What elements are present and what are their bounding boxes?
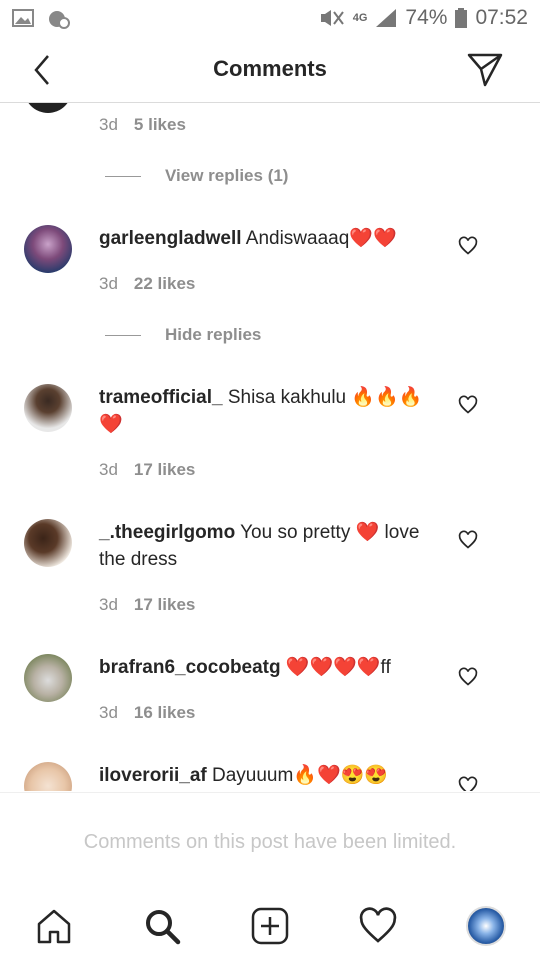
comment-username[interactable]: _.theegirlgomo xyxy=(99,522,235,543)
comments-header: Comments xyxy=(0,38,540,103)
comment-meta: 3d 22 likes xyxy=(99,274,195,294)
comment-username[interactable]: garleengladwell xyxy=(99,228,242,249)
likes-count[interactable]: 16 likes xyxy=(134,703,195,722)
gallery-icon xyxy=(12,9,34,27)
comments-limited-banner: Comments on this post have been limited. xyxy=(0,792,540,896)
avatar[interactable] xyxy=(24,103,72,113)
comment-username[interactable]: iloverorii_af xyxy=(99,765,207,786)
comments-list[interactable]: 3d 5 likes View replies (1) garleengladwe… xyxy=(0,103,540,791)
share-button[interactable] xyxy=(466,50,504,88)
heart-outline-icon xyxy=(458,236,478,255)
comment-time: 3d xyxy=(99,460,118,479)
like-comment-button[interactable] xyxy=(458,776,478,791)
home-icon xyxy=(37,909,71,944)
likes-count[interactable]: 17 likes xyxy=(134,460,195,479)
comment-username[interactable]: brafran6_cocobeatg xyxy=(99,657,281,678)
comment-body: _.theegirlgomo You so pretty ❤️ love the… xyxy=(99,519,429,573)
like-comment-button[interactable] xyxy=(458,395,478,415)
profile-avatar xyxy=(466,906,506,946)
search-icon xyxy=(146,910,181,945)
heart-outline-icon xyxy=(458,395,478,414)
like-comment-button[interactable] xyxy=(458,530,478,550)
signal-icon xyxy=(376,9,397,27)
limited-notice-text: Comments on this post have been limited. xyxy=(83,831,457,853)
activity-heart-icon xyxy=(359,907,397,943)
mute-icon xyxy=(320,10,344,26)
nav-new-post-button[interactable] xyxy=(250,906,290,946)
nav-home-button[interactable] xyxy=(34,906,74,946)
comment-body: iloverorii_af Dayuuum🔥❤️😍😍 xyxy=(99,762,429,789)
avatar[interactable] xyxy=(24,384,72,432)
send-icon xyxy=(467,53,503,87)
clock: 07:52 xyxy=(475,6,528,29)
comment-text: Andiswaaaq❤️❤️ xyxy=(245,228,397,249)
comment-text: Dayuuum🔥❤️😍😍 xyxy=(212,765,388,786)
nav-profile-button[interactable] xyxy=(466,906,506,946)
hide-replies-button[interactable]: Hide replies xyxy=(105,325,261,345)
avatar[interactable] xyxy=(24,519,72,567)
avatar[interactable] xyxy=(24,762,72,791)
comment-time: 3d xyxy=(99,595,118,614)
likes-count[interactable]: 22 likes xyxy=(134,274,195,293)
likes-count[interactable]: 5 likes xyxy=(134,115,186,134)
heart-outline-icon xyxy=(458,530,478,549)
view-replies-button[interactable]: View replies (1) xyxy=(105,166,288,186)
comment-time: 3d xyxy=(99,703,118,722)
new-post-icon xyxy=(251,907,289,945)
avatar[interactable] xyxy=(24,225,72,273)
heart-outline-icon xyxy=(458,776,478,791)
comment-body: trameofficial_ Shisa kakhulu 🔥🔥🔥❤️ xyxy=(99,384,429,438)
comment-time: 3d xyxy=(99,274,118,293)
nav-activity-button[interactable] xyxy=(358,906,398,946)
comment-text: ❤️❤️❤️❤️ff xyxy=(285,657,391,678)
avatar[interactable] xyxy=(24,654,72,702)
comment-time: 3d xyxy=(99,115,118,134)
likes-count[interactable]: 17 likes xyxy=(134,595,195,614)
view-replies-label: View replies (1) xyxy=(165,166,289,185)
comment-meta: 3d 17 likes xyxy=(99,595,195,615)
heart-outline-icon xyxy=(458,667,478,686)
hide-replies-label: Hide replies xyxy=(165,325,262,344)
bottom-nav xyxy=(0,894,540,960)
comment-meta: 3d 17 likes xyxy=(99,460,195,480)
network-type: 4G xyxy=(352,12,368,24)
nav-search-button[interactable] xyxy=(142,906,182,946)
status-bar: 4G 74% 07:52 xyxy=(0,0,540,38)
battery-icon xyxy=(455,8,468,28)
like-comment-button[interactable] xyxy=(458,236,478,256)
comment-meta: 3d 16 likes xyxy=(99,703,195,723)
comment-body: brafran6_cocobeatg ❤️❤️❤️❤️ff xyxy=(99,654,429,681)
battery-percent: 74% xyxy=(405,6,448,29)
page-title: Comments xyxy=(213,56,327,81)
settings-notification-icon xyxy=(49,11,70,29)
comment-username[interactable]: trameofficial_ xyxy=(99,387,223,408)
comment-meta: 3d 5 likes xyxy=(99,115,186,135)
like-comment-button[interactable] xyxy=(458,667,478,687)
comment-body: garleengladwell Andiswaaaq❤️❤️ xyxy=(99,225,429,252)
